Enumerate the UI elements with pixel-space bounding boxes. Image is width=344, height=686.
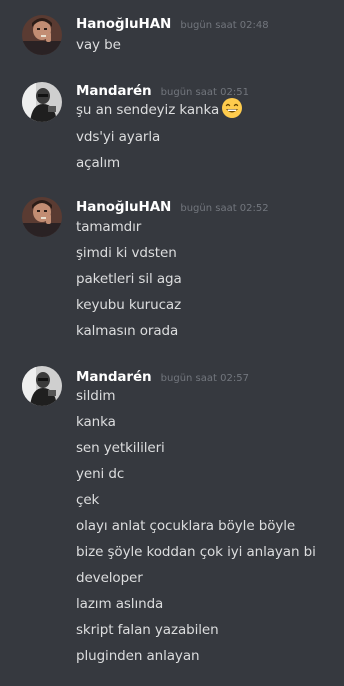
timestamp: bugün saat 02:57: [160, 373, 249, 384]
message-text: vds'yi ayarla: [76, 129, 161, 145]
message-text: pluginden anlayan: [76, 648, 200, 664]
timestamp: bugün saat 02:52: [180, 203, 269, 214]
avatar[interactable]: [22, 15, 62, 55]
avatar[interactable]: [22, 82, 62, 122]
message-text: developer: [76, 570, 143, 586]
message-header: HanoğluHAN bugün saat 02:48: [76, 13, 269, 33]
message-text: lazım aslında: [76, 596, 164, 612]
avatar[interactable]: [22, 366, 62, 406]
message-text: keyubu kurucaz: [76, 297, 182, 313]
message-text: kalmasın orada: [76, 323, 179, 339]
avatar[interactable]: [22, 197, 62, 237]
message-line-with-emoji: şu an sendeyiz kanka: [76, 98, 243, 119]
message-text: vay be: [76, 37, 121, 53]
message-text: paketleri sil aga: [76, 271, 182, 287]
message-text: yeni dc: [76, 466, 125, 482]
message-text: tamamdır: [76, 219, 142, 235]
message-text: çek: [76, 492, 100, 508]
user-avatar-icon: [22, 15, 62, 55]
username[interactable]: HanoğluHAN: [76, 16, 171, 32]
message-header: HanoğluHAN bugün saat 02:52: [76, 196, 269, 216]
message-text: olayı anlat çocuklara böyle böyle: [76, 518, 296, 534]
username[interactable]: Mandarén: [76, 369, 152, 385]
user-avatar-icon: [22, 82, 62, 122]
grinning-smile-emoji-icon[interactable]: [221, 97, 243, 119]
message-text: sen yetkilileri: [76, 440, 165, 456]
user-avatar-icon: [22, 197, 62, 237]
message-text: kanka: [76, 414, 116, 430]
username[interactable]: HanoğluHAN: [76, 199, 171, 215]
message-text: skript falan yazabilen: [76, 622, 219, 638]
timestamp: bugün saat 02:48: [180, 20, 269, 31]
user-avatar-icon: [22, 366, 62, 406]
message-text: açalım: [76, 155, 121, 171]
message-text: bize şöyle koddan çok iyi anlayan bi: [76, 544, 316, 560]
message-header: Mandarén bugün saat 02:57: [76, 366, 249, 386]
message-text: şu an sendeyiz kanka: [76, 102, 220, 118]
username[interactable]: Mandarén: [76, 83, 152, 99]
message-text: sildim: [76, 388, 116, 404]
message-text: şimdi ki vdsten: [76, 245, 177, 261]
